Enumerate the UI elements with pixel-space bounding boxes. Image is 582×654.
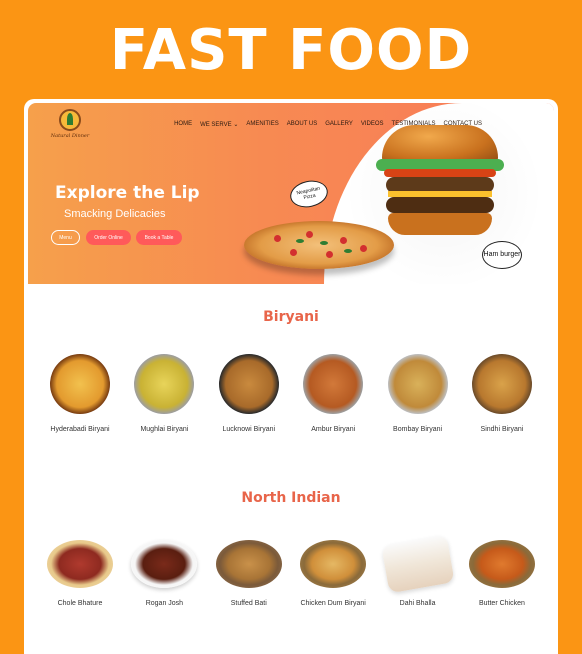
- nav-amenities[interactable]: AMENITIES: [246, 121, 278, 128]
- dish-image: [131, 540, 198, 588]
- hero-banner: Natural Dinner HOME WE SERVE ⌄ AMENITIES…: [28, 103, 554, 284]
- page-headline: FAST FOOD: [109, 18, 473, 83]
- dish-label: Chole Bhature: [57, 600, 103, 607]
- nav-home[interactable]: HOME: [174, 121, 192, 128]
- list-item[interactable]: Lucknowi Biryani: [207, 354, 291, 433]
- list-item[interactable]: Dahi Bhalla: [376, 534, 460, 607]
- dish-image: [215, 540, 282, 588]
- site-logo[interactable]: Natural Dinner: [50, 109, 90, 145]
- dish-label: Mughlai Biryani: [140, 426, 189, 433]
- dish-label: Butter Chicken: [478, 600, 525, 607]
- nav-gallery[interactable]: GALLERY: [325, 121, 353, 128]
- list-item[interactable]: Hyderabadi Biryani: [38, 354, 122, 433]
- dish-image: [387, 354, 448, 414]
- dish-image: [471, 354, 532, 414]
- dish-label: Dahi Bhalla: [399, 600, 436, 607]
- list-item[interactable]: Sindhi Biryani: [460, 354, 544, 433]
- list-item[interactable]: Ambur Biryani: [291, 354, 375, 433]
- dish-label: Ambur Biryani: [311, 426, 356, 433]
- pizza-image: [244, 221, 394, 269]
- dish-image: [380, 534, 455, 594]
- dish-image: [300, 540, 367, 588]
- list-item[interactable]: Mughlai Biryani: [122, 354, 206, 433]
- dish-label: Stuffed Bati: [230, 600, 267, 607]
- section-title-north-indian: North Indian: [241, 490, 341, 506]
- dish-label: Hyderabadi Biryani: [50, 426, 110, 433]
- nav-about-us[interactable]: ABOUT US: [287, 121, 318, 128]
- nav-we-serve[interactable]: WE SERVE ⌄: [200, 121, 238, 128]
- dish-image: [134, 354, 195, 414]
- burger-speech-bubble: Ham burger: [482, 241, 522, 269]
- list-item[interactable]: Rogan Josh: [122, 534, 206, 607]
- logo-text: Natural Dinner: [50, 133, 90, 139]
- list-item[interactable]: Stuffed Bati: [207, 534, 291, 607]
- biryani-row: Hyderabadi Biryani Mughlai Biryani Luckn…: [38, 354, 544, 433]
- section-title-biryani: Biryani: [263, 309, 319, 325]
- hero-subtitle: Smacking Delicacies: [64, 208, 166, 220]
- dish-label: Lucknowi Biryani: [222, 426, 276, 433]
- list-item[interactable]: Chole Bhature: [38, 534, 122, 607]
- burger-image: [376, 125, 504, 245]
- book-table-button[interactable]: Book a Table: [136, 230, 182, 245]
- logo-emblem-icon: [59, 109, 81, 131]
- hero-title: Explore the Lip: [55, 183, 200, 203]
- pizza-speech-bubble: Neapolitan Pizza: [287, 177, 331, 211]
- hero-watermark: [530, 113, 544, 166]
- list-item[interactable]: Chicken Dum Biryani: [291, 534, 375, 607]
- order-online-button[interactable]: Order Online: [86, 230, 131, 245]
- menu-button[interactable]: Menu: [51, 230, 80, 245]
- list-item[interactable]: Butter Chicken: [460, 534, 544, 607]
- dish-label: Chicken Dum Biryani: [300, 600, 366, 607]
- north-indian-row: Chole Bhature Rogan Josh Stuffed Bati Ch…: [38, 534, 544, 607]
- dish-image: [218, 354, 279, 414]
- list-item[interactable]: Bombay Biryani: [376, 354, 460, 433]
- dish-image: [50, 354, 110, 414]
- dish-label: Bombay Biryani: [393, 426, 443, 433]
- dish-image: [468, 540, 535, 588]
- website-preview-card: Natural Dinner HOME WE SERVE ⌄ AMENITIES…: [24, 99, 558, 654]
- dish-image: [303, 354, 364, 414]
- dish-label: Rogan Josh: [145, 600, 184, 607]
- dish-label: Sindhi Biryani: [480, 426, 524, 433]
- dish-image: [47, 540, 113, 588]
